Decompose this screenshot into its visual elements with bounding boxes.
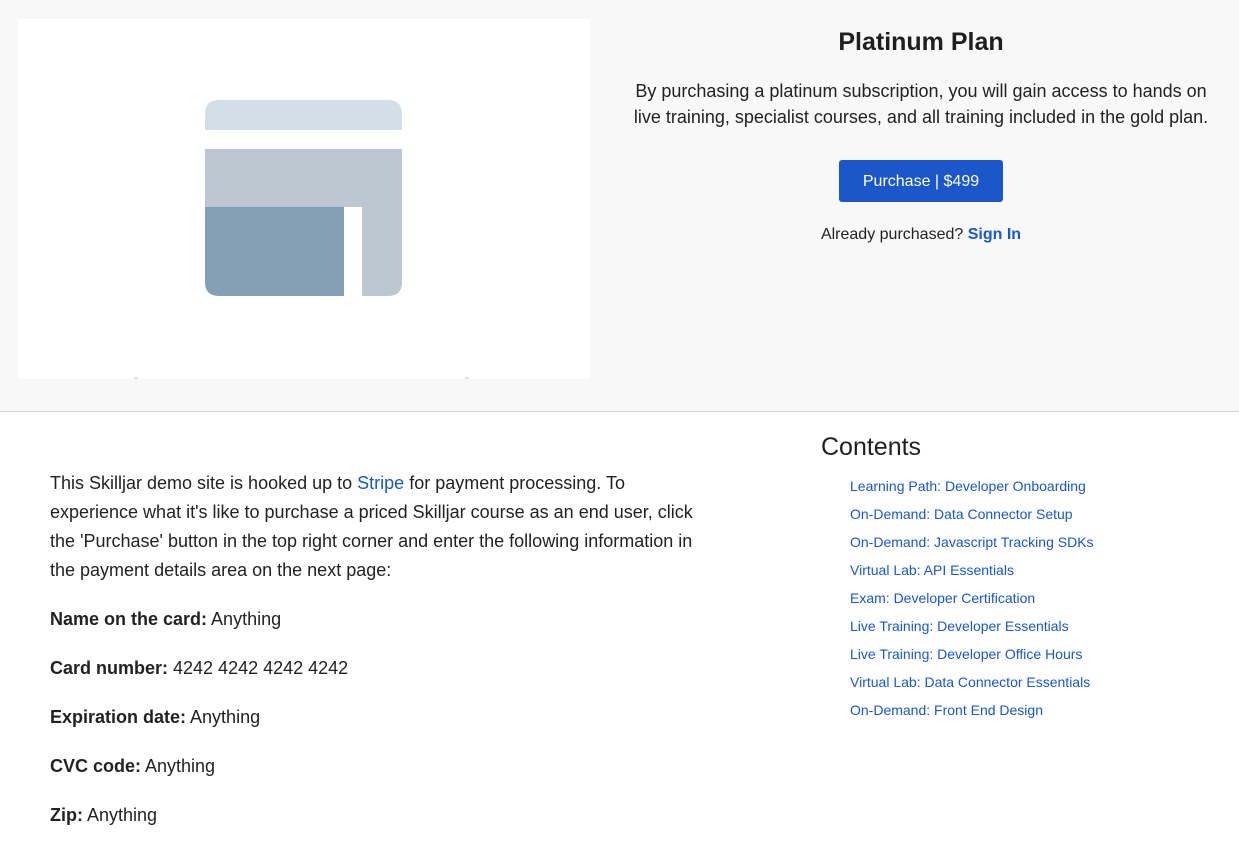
field-label: Expiration date: bbox=[50, 707, 187, 727]
purchase-button[interactable]: Purchase | $499 bbox=[839, 160, 1003, 202]
list-item: Virtual Lab: Data Connector Essentials bbox=[850, 672, 1221, 700]
list-item: On-Demand: Javascript Tracking SDKs bbox=[850, 532, 1221, 560]
already-purchased-text: Already purchased? bbox=[820, 226, 968, 243]
contents-link-front-end-design[interactable]: On-Demand: Front End Design bbox=[850, 702, 1043, 718]
sign-in-link[interactable]: Sign In bbox=[968, 226, 1021, 243]
image-edge-mark bbox=[465, 377, 469, 379]
course-description: This Skilljar demo site is hooked up to … bbox=[50, 469, 710, 830]
field-value: Anything bbox=[83, 805, 158, 825]
list-item: On-Demand: Front End Design bbox=[850, 700, 1221, 728]
intro-text: This Skilljar demo site is hooked up to bbox=[50, 473, 358, 493]
plan-title: Platinum Plan bbox=[838, 28, 1004, 56]
already-purchased-line: Already purchased? Sign In bbox=[620, 226, 1222, 244]
field-label: Zip: bbox=[50, 805, 83, 825]
plan-panel: Platinum Plan By purchasing a platinum s… bbox=[620, 26, 1222, 244]
course-hero: Platinum Plan By purchasing a platinum s… bbox=[0, 0, 1239, 412]
field-zip: Zip: Anything bbox=[50, 801, 710, 830]
field-value: Anything bbox=[141, 756, 216, 776]
contents-link-learning-path-developer-onboarding[interactable]: Learning Path: Developer Onboarding bbox=[850, 478, 1086, 494]
list-item: Exam: Developer Certification bbox=[850, 588, 1221, 616]
list-item: Virtual Lab: API Essentials bbox=[850, 560, 1221, 588]
list-item: Learning Path: Developer Onboarding bbox=[850, 476, 1221, 504]
field-value: 4242 4242 4242 4242 bbox=[168, 658, 349, 678]
field-expiration-date: Expiration date: Anything bbox=[50, 703, 710, 732]
course-image bbox=[18, 19, 590, 379]
list-item: Live Training: Developer Office Hours bbox=[850, 644, 1221, 672]
contents-link-developer-essentials[interactable]: Live Training: Developer Essentials bbox=[850, 618, 1069, 634]
field-label: CVC code: bbox=[50, 756, 142, 776]
list-item: Live Training: Developer Essentials bbox=[850, 616, 1221, 644]
field-value: Anything bbox=[186, 707, 261, 727]
contents-link-developer-office-hours[interactable]: Live Training: Developer Office Hours bbox=[850, 646, 1082, 662]
contents-panel: Contents Learning Path: Developer Onboar… bbox=[821, 430, 1221, 728]
field-name-on-card: Name on the card: Anything bbox=[50, 605, 710, 634]
field-label: Name on the card: bbox=[50, 609, 208, 629]
contents-list: Learning Path: Developer Onboarding On-D… bbox=[821, 476, 1221, 728]
field-cvc-code: CVC code: Anything bbox=[50, 752, 710, 781]
contents-link-developer-certification[interactable]: Exam: Developer Certification bbox=[850, 590, 1035, 606]
field-label: Card number: bbox=[50, 658, 169, 678]
skilljar-logo-icon bbox=[205, 100, 402, 296]
list-item: On-Demand: Data Connector Setup bbox=[850, 504, 1221, 532]
stripe-link[interactable]: Stripe bbox=[357, 473, 404, 493]
contents-link-javascript-tracking-sdks[interactable]: On-Demand: Javascript Tracking SDKs bbox=[850, 534, 1094, 550]
field-card-number: Card number: 4242 4242 4242 4242 bbox=[50, 654, 710, 683]
contents-link-data-connector-setup[interactable]: On-Demand: Data Connector Setup bbox=[850, 506, 1073, 522]
contents-link-data-connector-essentials[interactable]: Virtual Lab: Data Connector Essentials bbox=[850, 674, 1090, 690]
plan-description: By purchasing a platinum subscription, y… bbox=[633, 81, 1209, 127]
field-value: Anything bbox=[207, 609, 282, 629]
contents-link-api-essentials[interactable]: Virtual Lab: API Essentials bbox=[850, 562, 1014, 578]
payment-intro: This Skilljar demo site is hooked up to … bbox=[50, 469, 710, 585]
image-edge-mark bbox=[134, 377, 138, 379]
contents-title: Contents bbox=[821, 433, 922, 461]
